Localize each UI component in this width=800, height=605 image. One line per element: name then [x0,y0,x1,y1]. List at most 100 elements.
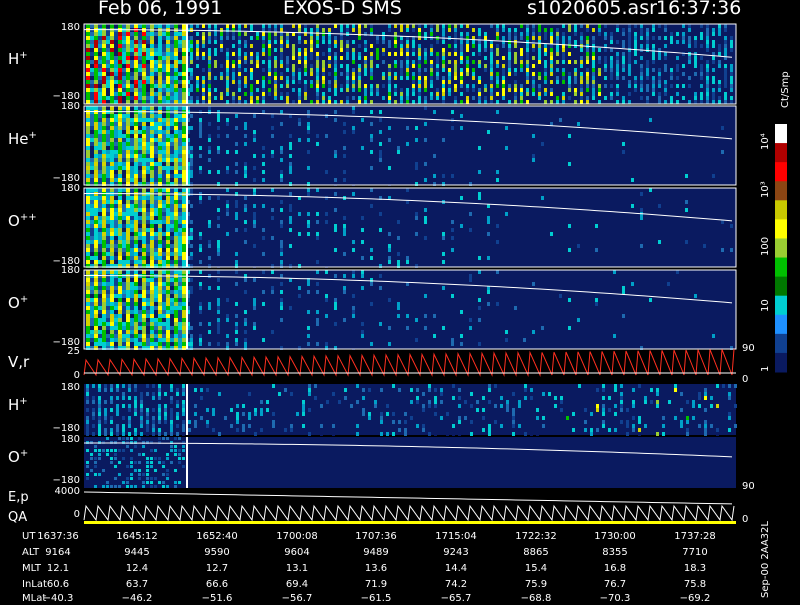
colorbar-tick-1e3: 10³ [760,181,771,198]
ephemeris-cell: 7710 [665,547,725,558]
colorbar-tick-1: 1 [760,366,771,372]
ephemeris-cell: 71.9 [346,579,406,590]
ephemeris-cell: −46.2 [107,593,167,604]
colorbar-seg-11 [775,334,787,354]
ephemeris-cell: 8865 [506,547,566,558]
ephemeris-cell: 1730:00 [585,531,645,542]
ephemeris-cell: 13.1 [267,563,327,574]
ephemeris-cell: −68.8 [506,593,566,604]
colorbar-seg-2 [775,162,787,182]
ephemeris-cell: 69.4 [267,579,327,590]
ephemeris-cell: 1637:36 [28,531,88,542]
panel-label-h-plus-2: H+ [8,396,28,414]
ytick-vr-top: 25 [40,346,80,357]
ephemeris-cell: 15.4 [506,563,566,574]
colorbar-seg-9 [775,296,787,316]
panel-label-o-plus-2: O+ [8,448,28,466]
colorbar-tick-1e4: 10⁴ [760,133,771,150]
ephemeris-cell: 74.2 [426,579,486,590]
ephemeris-cell: 16.8 [585,563,645,574]
ephemeris-cell: 12.1 [28,563,88,574]
colorbar-seg-1 [775,143,787,163]
ephemeris-cell: 9445 [107,547,167,558]
ytick-ep-zero: 0 [40,509,80,520]
ephemeris-row-ut: UT1637:361645:121652:401700:081707:36171… [0,531,800,543]
ytick-h2-top: 180 [40,382,80,393]
panel-label-qa: QA [8,510,27,525]
footer-code: Sep-00 2AA32L [760,521,771,598]
rtick-vr-90: 90 [742,343,755,354]
ytick-he-top: 180 [40,101,80,112]
ephemeris-cell: 1707:36 [346,531,406,542]
qa-bar [84,521,736,524]
ytick-ep-top: 4000 [40,486,80,497]
ephemeris-cell: −56.7 [267,593,327,604]
colorbar-seg-7 [775,258,787,278]
ephemeris-cell: 75.9 [506,579,566,590]
ephemeris-cell: 1722:32 [506,531,566,542]
ytick-o-top: 180 [40,265,80,276]
header-file: s1020605.asr [527,0,657,19]
ephemeris-row-mlt: MLT12.112.412.713.113.614.415.416.818.3 [0,563,800,575]
colorbar-seg-8 [775,277,787,297]
ephemeris-cell: 13.6 [346,563,406,574]
panel-label-h-plus: H+ [8,50,28,68]
ephemeris-cell: 9489 [346,547,406,558]
colorbar-seg-0 [775,124,787,144]
header-instrument: EXOS-D SMS [283,0,402,19]
colorbar-seg-6 [775,238,787,258]
header-date: Feb 06, 1991 [98,0,222,19]
ephemeris-cell: 1700:08 [267,531,327,542]
o2-panel-bg [84,437,736,488]
ephemeris-cell: 9590 [187,547,247,558]
panel-label-o-plus: O+ [8,294,28,312]
ephemeris-cell: 75.8 [665,579,725,590]
ephemeris-cell: 8355 [585,547,645,558]
panel-label-vr: V,r [8,353,29,371]
ytick-o2-bottom: −180 [40,475,80,486]
ephemeris-cell: 63.7 [107,579,167,590]
colorbar-tick-10: 10 [760,299,771,312]
panel-label-o-plus-plus: O++ [8,212,37,230]
ytick-oo-top: 180 [40,183,80,194]
ephemeris-cell: 1715:04 [426,531,486,542]
colorbar-seg-3 [775,181,787,201]
ytick-h2-bottom: −180 [40,423,80,434]
ephemeris-cell: −51.6 [187,593,247,604]
panel-label-he-plus: He+ [8,130,37,148]
ytick-o2-top: 180 [40,434,80,445]
ytick-h-top: 180 [40,22,80,33]
ephemeris-cell: 1645:12 [107,531,167,542]
ephemeris-row-mlat: MLat−40.3−46.2−51.6−56.7−61.5−65.7−68.8−… [0,593,800,605]
colorbar-tick-100: 100 [760,237,771,256]
ephemeris-cell: 12.4 [107,563,167,574]
ephemeris-cell: 18.3 [665,563,725,574]
ephemeris-cell: 9243 [426,547,486,558]
colorbar-seg-12 [775,353,787,373]
rtick-vr-0: 0 [742,374,748,385]
ytick-vr-zero: 0 [40,370,80,381]
ephemeris-cell: −61.5 [346,593,406,604]
panel-label-ep: E,p [8,490,29,505]
ephemeris-cell: 12.7 [187,563,247,574]
rtick-ep-0: 0 [742,514,748,525]
ephemeris-row-inlat: InLat60.663.766.669.471.974.275.976.775.… [0,579,800,591]
colorbar-seg-5 [775,219,787,239]
colorbar-seg-4 [775,200,787,220]
ephemeris-cell: 76.7 [585,579,645,590]
ephemeris-cell: −40.3 [28,593,88,604]
ephemeris-cell: 14.4 [426,563,486,574]
colorbar-seg-10 [775,315,787,335]
ephemeris-cell: 1737:28 [665,531,725,542]
ephemeris-cell: 66.6 [187,579,247,590]
ephemeris-cell: 9604 [267,547,327,558]
ephemeris-cell: −65.7 [426,593,486,604]
ephemeris-cell: 60.6 [28,579,88,590]
ephemeris-cell: 9164 [28,547,88,558]
ephemeris-cell: 1652:40 [187,531,247,542]
spectrogram-plot [0,0,800,600]
ephemeris-cell: −70.3 [585,593,645,604]
header-time: 16:37:36 [656,0,741,19]
ephemeris-row-alt: ALT916494459590960494899243886583557710 [0,547,800,559]
ephemeris-cell: −69.2 [665,593,725,604]
